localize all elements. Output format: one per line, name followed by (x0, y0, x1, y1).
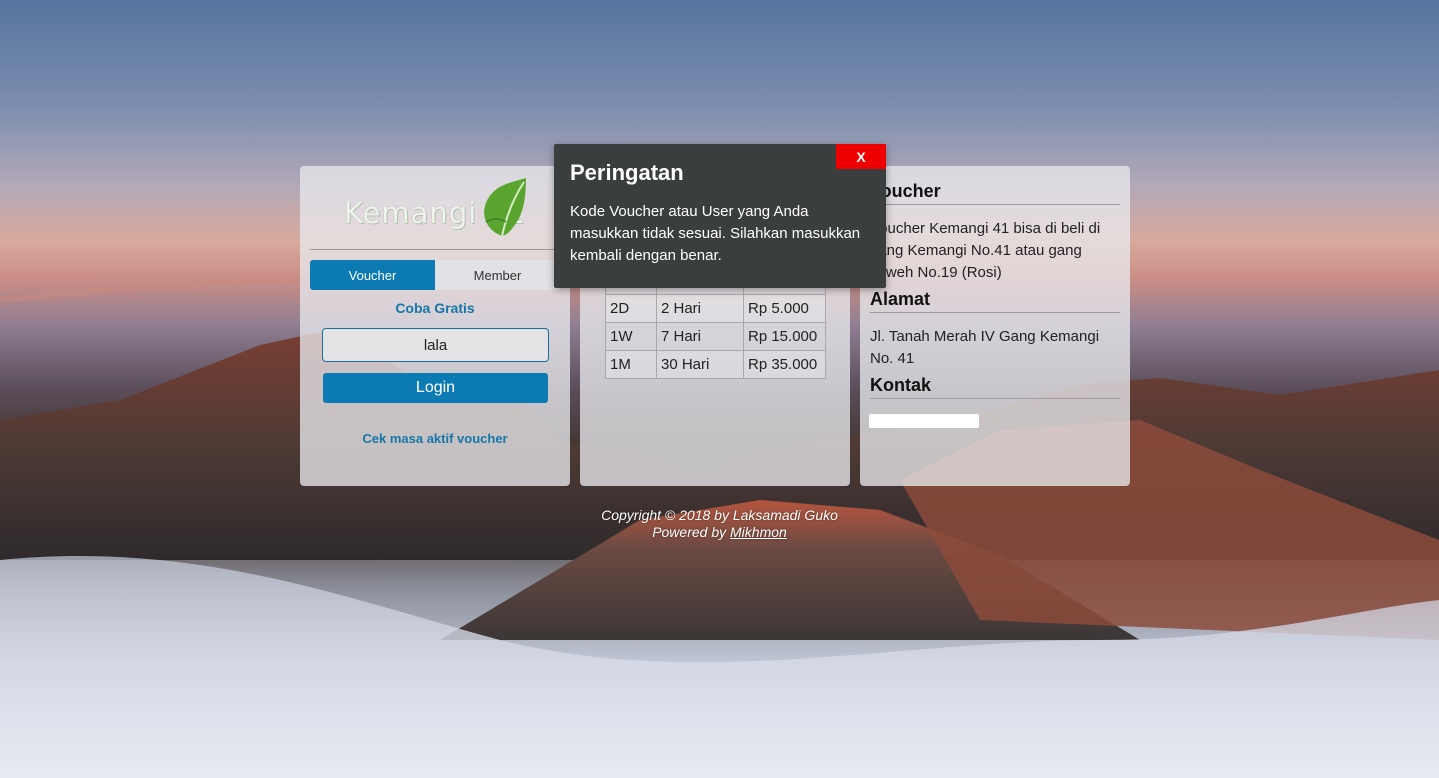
login-tabs: Voucher Member (310, 260, 560, 290)
table-cell: 2 Hari (656, 294, 744, 323)
contact-redacted (869, 414, 979, 428)
table-cell: Rp 5.000 (743, 294, 826, 323)
leaf-icon (484, 178, 526, 237)
login-button[interactable]: Login (323, 373, 548, 403)
alamat-heading: Alamat (870, 289, 1120, 313)
table-row: 1M 30 Hari Rp 35.000 (605, 350, 826, 379)
table-cell: 1W (605, 322, 657, 351)
warning-modal: X Peringatan Kode Voucher atau User yang… (554, 144, 886, 288)
table-cell: 7 Hari (656, 322, 744, 351)
powered-prefix: Powered by (652, 524, 731, 540)
modal-title: Peringatan (570, 160, 684, 185)
modal-message: Kode Voucher atau User yang Anda masukka… (570, 203, 861, 264)
voucher-heading: Voucher (870, 181, 1120, 205)
tab-voucher[interactable]: Voucher (310, 260, 435, 290)
alamat-text: Jl. Tanah Merah IV Gang Kemangi No. 41 (870, 328, 1100, 367)
login-panel: Kemangi 41 Voucher Member Coba Gratis Lo… (300, 166, 570, 486)
table-cell: 1M (605, 350, 657, 379)
info-panel: Voucher Voucher Kemangi 41 bisa di beli … (860, 166, 1130, 486)
table-row: 1W 7 Hari Rp 15.000 (605, 322, 826, 351)
table-cell: Rp 15.000 (743, 322, 826, 351)
footer: Copyright © 2018 by Laksamadi Guko Power… (0, 507, 1439, 541)
powered-by: Powered by Mikhmon (0, 524, 1439, 541)
table-cell: 2D (605, 294, 657, 323)
table-cell: Rp 35.000 (743, 350, 826, 379)
voucher-info-text: Voucher Kemangi 41 bisa di beli di gang … (870, 220, 1101, 281)
brand-logo: Kemangi 41 (344, 178, 534, 238)
mikhmon-link[interactable]: Mikhmon (730, 524, 787, 540)
voucher-input[interactable] (322, 328, 549, 362)
header-divider (310, 249, 560, 250)
table-cell: 30 Hari (656, 350, 744, 379)
cek-masa-aktif-link[interactable]: Cek masa aktif voucher (300, 431, 570, 446)
tab-member[interactable]: Member (435, 260, 560, 290)
coba-gratis-link[interactable]: Coba Gratis (300, 300, 570, 316)
table-row: 2D 2 Hari Rp 5.000 (605, 294, 826, 323)
modal-close-button[interactable]: X (836, 144, 886, 169)
copyright-text: Copyright © 2018 by Laksamadi Guko (601, 507, 838, 523)
kontak-heading: Kontak (870, 375, 1120, 399)
